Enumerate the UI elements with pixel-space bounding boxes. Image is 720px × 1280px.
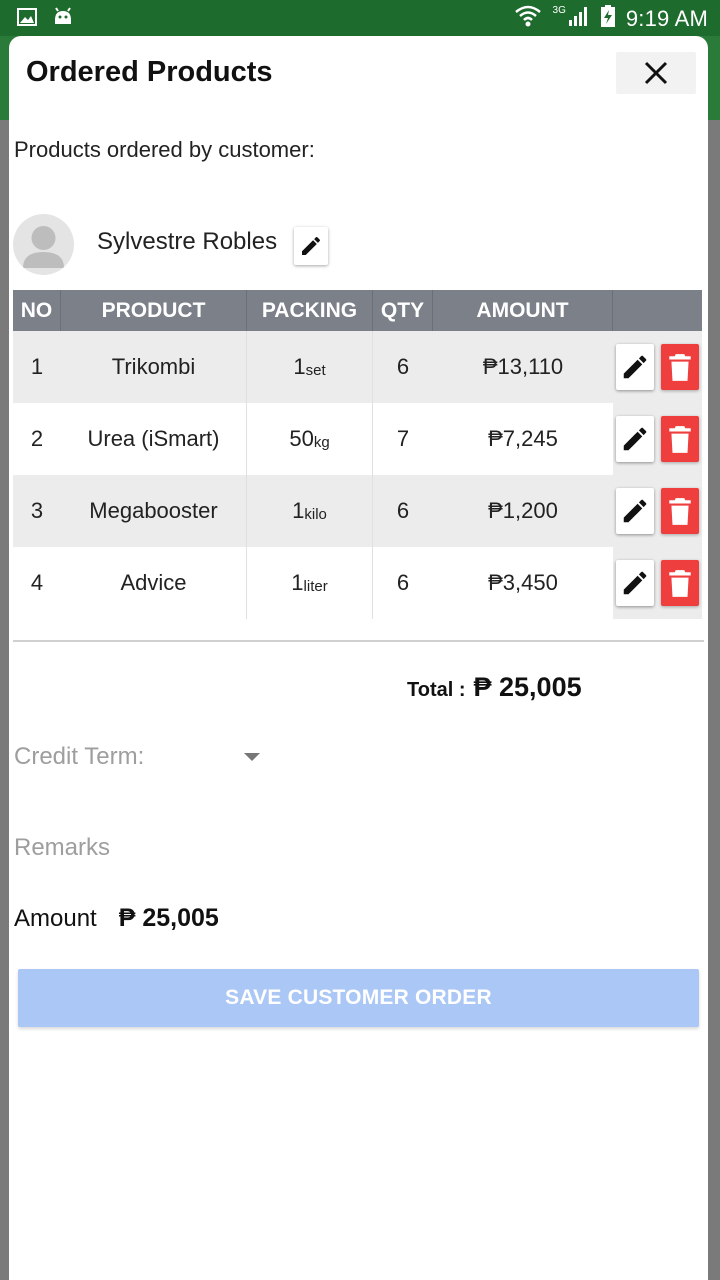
divider [13, 640, 704, 642]
save-customer-order-button[interactable]: SAVE CUSTOMER ORDER [18, 969, 699, 1027]
delete-item-button[interactable] [661, 344, 699, 390]
pack-unit: set [305, 361, 326, 379]
amount-row: Amount ₱ 25,005 [14, 904, 219, 933]
pack-qty: 1 [291, 570, 304, 595]
row-packing: 50 kg [247, 403, 373, 475]
pencil-icon [623, 427, 647, 451]
row-packing: 1 kilo [247, 475, 373, 547]
row-no: 2 [13, 403, 61, 475]
total-label: Total : [407, 679, 466, 701]
status-bar: 3G 9:19 AM [0, 0, 720, 36]
dialog-subtitle: Products ordered by customer: [14, 137, 315, 162]
row-no: 3 [13, 475, 61, 547]
trash-icon [669, 426, 691, 453]
row-product: Urea (iSmart) [61, 403, 247, 475]
trash-icon [669, 354, 691, 381]
row-amount: ₱7,245 [433, 403, 613, 475]
pencil-icon [623, 571, 647, 595]
row-no: 4 [13, 547, 61, 619]
delete-item-button[interactable] [661, 488, 699, 534]
close-icon [644, 61, 668, 85]
row-product: Megabooster [61, 475, 247, 547]
edit-customer-button[interactable] [294, 227, 328, 265]
row-packing: 1 liter [247, 547, 373, 619]
dropdown-arrow-icon [244, 753, 260, 761]
image-icon [16, 6, 38, 33]
pack-qty: 1 [293, 354, 306, 379]
pack-unit: kilo [304, 505, 327, 523]
header-amount: AMOUNT [433, 290, 613, 331]
row-actions [613, 403, 702, 475]
header-product: PRODUCT [61, 290, 247, 331]
remarks-input[interactable]: Remarks [14, 834, 110, 862]
order-total: Total : ₱ 25,005 [407, 672, 582, 703]
row-product: Trikombi [61, 331, 247, 403]
table-row: 3 Megabooster 1 kilo 6 ₱1,200 [13, 475, 702, 547]
row-actions [613, 475, 702, 547]
customer-name: Sylvestre Robles [97, 228, 278, 255]
row-qty: 6 [373, 475, 433, 547]
header-no: NO [13, 290, 61, 331]
trash-icon [669, 570, 691, 597]
avatar [13, 214, 74, 275]
clock: 9:19 AM [625, 5, 708, 31]
pack-unit: liter [303, 577, 328, 595]
row-amount: ₱13,110 [433, 331, 613, 403]
delete-item-button[interactable] [661, 416, 699, 462]
row-actions [613, 331, 702, 403]
amount-value: ₱ 25,005 [118, 904, 219, 932]
amount-label: Amount [14, 904, 97, 932]
trash-icon [669, 498, 691, 525]
edit-item-button[interactable] [616, 344, 654, 390]
row-product: Advice [61, 547, 247, 619]
row-no: 1 [13, 331, 61, 403]
wifi-icon [513, 4, 543, 33]
table-row: 4 Advice 1 liter 6 ₱3,450 [13, 547, 702, 619]
row-amount: ₱3,450 [433, 547, 613, 619]
pencil-icon [623, 355, 647, 379]
ordered-products-table: NO PRODUCT PACKING QTY AMOUNT 1 Trikombi… [13, 290, 702, 619]
close-button[interactable] [616, 52, 696, 94]
pack-unit: kg [313, 433, 330, 451]
credit-term-select[interactable]: Credit Term: [14, 740, 266, 774]
edit-item-button[interactable] [616, 416, 654, 462]
signal-icon [568, 4, 590, 33]
battery-charging-icon [600, 4, 616, 33]
ordered-products-dialog: Ordered Products Products ordered by cus… [9, 36, 708, 1280]
row-qty: 6 [373, 331, 433, 403]
header-actions [613, 290, 702, 331]
pencil-icon [302, 236, 321, 255]
pencil-icon [623, 499, 647, 523]
table-header: NO PRODUCT PACKING QTY AMOUNT [13, 290, 702, 331]
delete-item-button[interactable] [661, 560, 699, 606]
header-packing: PACKING [247, 290, 373, 331]
edit-item-button[interactable] [616, 488, 654, 534]
table-row: 1 Trikombi 1 set 6 ₱13,110 [13, 331, 702, 403]
row-actions [613, 547, 702, 619]
pack-qty: 50 [289, 426, 314, 451]
row-qty: 6 [373, 547, 433, 619]
row-packing: 1 set [247, 331, 373, 403]
row-qty: 7 [373, 403, 433, 475]
network-type: 3G [552, 5, 566, 16]
credit-term-placeholder: Credit Term: [14, 743, 145, 770]
dialog-title: Ordered Products [26, 56, 273, 88]
header-qty: QTY [373, 290, 433, 331]
table-row: 2 Urea (iSmart) 50 kg 7 ₱7,245 [13, 403, 702, 475]
row-amount: ₱1,200 [433, 475, 613, 547]
android-icon [52, 6, 74, 33]
total-value: ₱ 25,005 [473, 672, 582, 702]
pack-qty: 1 [292, 498, 305, 523]
edit-item-button[interactable] [616, 560, 654, 606]
